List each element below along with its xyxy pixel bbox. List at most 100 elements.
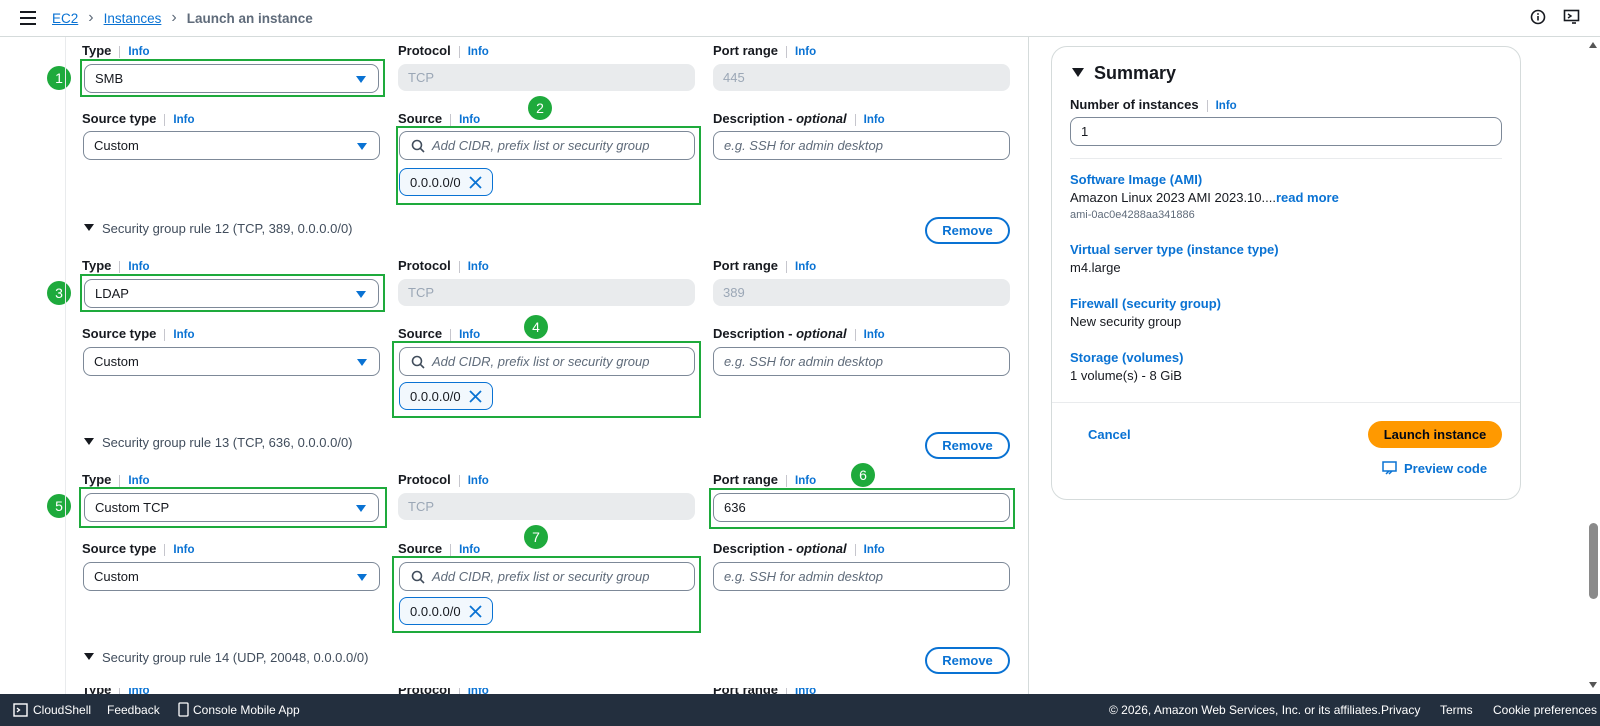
info-link[interactable]: Info bbox=[786, 46, 817, 58]
summary-header[interactable]: Summary bbox=[1072, 63, 1176, 84]
info-link[interactable]: Info bbox=[854, 114, 885, 126]
info-link[interactable]: Info bbox=[450, 114, 481, 126]
footer: CloudShell Feedback Console Mobile App ©… bbox=[0, 694, 1600, 726]
feedback-link[interactable]: Feedback bbox=[107, 703, 160, 717]
scroll-up-icon[interactable] bbox=[1589, 42, 1597, 48]
preview-code-icon bbox=[1382, 461, 1397, 475]
mobile-icon bbox=[178, 702, 189, 717]
caret-down-icon bbox=[357, 359, 367, 366]
divider bbox=[1052, 402, 1520, 403]
ami-link[interactable]: Software Image (AMI) bbox=[1070, 172, 1202, 187]
storage-value: 1 volume(s) - 8 GiB bbox=[1070, 368, 1182, 383]
source-type-select[interactable]: Custom bbox=[83, 131, 380, 160]
breadcrumb-instances[interactable]: Instances bbox=[104, 11, 162, 26]
type-label: TypeInfo bbox=[82, 43, 150, 58]
instance-type-value: m4.large bbox=[1070, 260, 1121, 275]
scroll-down-icon[interactable] bbox=[1589, 682, 1597, 688]
breadcrumb-ec2[interactable]: EC2 bbox=[52, 11, 78, 26]
launch-instance-button[interactable]: Launch instance bbox=[1368, 421, 1502, 448]
copyright: © 2026, Amazon Web Services, Inc. or its… bbox=[1109, 703, 1381, 717]
info-link[interactable]: Info bbox=[450, 329, 481, 341]
close-icon[interactable] bbox=[469, 605, 482, 618]
info-link[interactable]: Info bbox=[119, 261, 150, 273]
ami-id: ami-0ac0e4288aa341886 bbox=[1070, 209, 1195, 221]
firewall-value: New security group bbox=[1070, 314, 1182, 329]
source-type-label: Source type Info bbox=[82, 326, 195, 341]
rule-header-12[interactable]: Security group rule 12 (TCP, 389, 0.0.0.… bbox=[84, 221, 353, 236]
source-type-select[interactable]: Custom bbox=[83, 347, 380, 376]
info-link[interactable]: Info bbox=[854, 544, 885, 556]
caret-down-icon bbox=[1072, 68, 1084, 77]
close-icon[interactable] bbox=[469, 176, 482, 189]
cloudshell-link[interactable]: CloudShell bbox=[33, 703, 91, 717]
preview-code-link[interactable]: Preview code bbox=[1382, 461, 1487, 476]
protocol-label: ProtocolInfo bbox=[398, 43, 489, 58]
container-border bbox=[65, 37, 66, 694]
source-label: Source Info bbox=[398, 326, 481, 341]
info-link[interactable]: Info bbox=[786, 475, 817, 487]
annotation-box bbox=[80, 274, 385, 312]
rule-header-14[interactable]: Security group rule 14 (UDP, 20048, 0.0.… bbox=[84, 650, 368, 665]
info-link[interactable]: Info bbox=[164, 544, 195, 556]
description-input[interactable]: e.g. SSH for admin desktop bbox=[713, 347, 1010, 376]
description-input[interactable]: e.g. SSH for admin desktop bbox=[713, 562, 1010, 591]
source-token: 0.0.0.0/0 bbox=[399, 382, 493, 410]
menu-icon[interactable] bbox=[20, 11, 36, 25]
type-label: TypeInfo bbox=[82, 472, 150, 487]
annotation-marker: 6 bbox=[851, 463, 875, 487]
caret-down-icon bbox=[357, 574, 367, 581]
source-search-input[interactable]: Add CIDR, prefix list or security group bbox=[399, 347, 695, 376]
privacy-link[interactable]: Privacy bbox=[1381, 703, 1420, 717]
description-input[interactable]: e.g. SSH for admin desktop bbox=[713, 131, 1010, 160]
info-link[interactable]: Info bbox=[458, 475, 489, 487]
source-search-input[interactable]: Add CIDR, prefix list or security group bbox=[399, 131, 695, 160]
port-range-label: Port rangeInfo bbox=[713, 472, 817, 487]
info-link[interactable]: Info bbox=[458, 46, 489, 58]
annotation-marker: 5 bbox=[47, 494, 71, 518]
remove-button[interactable]: Remove bbox=[925, 647, 1010, 674]
protocol-label: ProtocolInfo bbox=[398, 472, 489, 487]
chevron-right-icon: › bbox=[171, 9, 177, 26]
info-link[interactable]: Info bbox=[854, 329, 885, 341]
source-type-select[interactable]: Custom bbox=[83, 562, 380, 591]
info-link[interactable]: Info bbox=[458, 261, 489, 273]
protocol-field: TCP bbox=[398, 493, 695, 520]
terms-link[interactable]: Terms bbox=[1440, 703, 1473, 717]
info-link[interactable]: Info bbox=[450, 544, 481, 556]
protocol-field: TCP bbox=[398, 64, 695, 91]
type-label: TypeInfo bbox=[82, 258, 150, 273]
close-icon[interactable] bbox=[469, 390, 482, 403]
info-link[interactable]: Info bbox=[164, 114, 195, 126]
annotation-marker: 3 bbox=[47, 281, 71, 305]
notifications-icon[interactable] bbox=[1563, 9, 1581, 25]
info-link[interactable]: Info bbox=[119, 475, 150, 487]
caret-down-icon bbox=[84, 438, 94, 445]
number-of-instances-label: Number of instances Info bbox=[1070, 97, 1237, 112]
scrollbar-thumb[interactable] bbox=[1589, 523, 1598, 599]
info-link[interactable]: Info bbox=[1206, 100, 1237, 112]
protocol-field: TCP bbox=[398, 279, 695, 306]
scrollbar[interactable] bbox=[1587, 37, 1600, 694]
console-mobile-app-link[interactable]: Console Mobile App bbox=[193, 703, 300, 717]
source-search-input[interactable]: Add CIDR, prefix list or security group bbox=[399, 562, 695, 591]
info-link[interactable]: Info bbox=[786, 261, 817, 273]
divider bbox=[1070, 158, 1502, 159]
cookie-preferences-link[interactable]: Cookie preferences bbox=[1493, 703, 1597, 717]
annotation-marker: 7 bbox=[524, 525, 548, 549]
info-link[interactable]: Info bbox=[119, 46, 150, 58]
summary-panel: Summary Number of instances Info 1 Softwa… bbox=[1051, 46, 1521, 500]
rule-header-13[interactable]: Security group rule 13 (TCP, 636, 0.0.0.… bbox=[84, 435, 353, 450]
number-of-instances-input[interactable]: 1 bbox=[1070, 117, 1502, 146]
remove-button[interactable]: Remove bbox=[925, 432, 1010, 459]
caret-down-icon bbox=[84, 224, 94, 231]
port-range-label: Port rangeInfo bbox=[713, 258, 817, 273]
info-icon[interactable] bbox=[1530, 9, 1546, 25]
storage-link[interactable]: Storage (volumes) bbox=[1070, 350, 1183, 365]
instance-type-link[interactable]: Virtual server type (instance type) bbox=[1070, 242, 1279, 257]
remove-button[interactable]: Remove bbox=[925, 217, 1010, 244]
firewall-link[interactable]: Firewall (security group) bbox=[1070, 296, 1221, 311]
read-more-link[interactable]: read more bbox=[1276, 190, 1339, 205]
info-link[interactable]: Info bbox=[164, 329, 195, 341]
cancel-button[interactable]: Cancel bbox=[1088, 427, 1131, 442]
cloudshell-icon bbox=[13, 703, 28, 717]
